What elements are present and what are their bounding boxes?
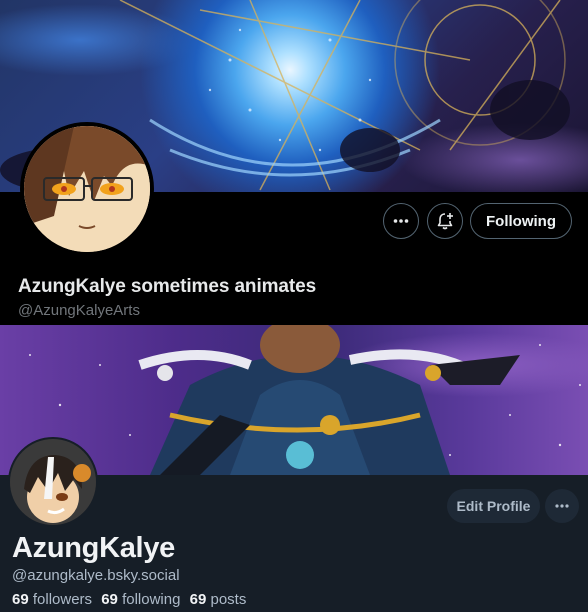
followers-label: followers bbox=[32, 591, 93, 608]
edit-profile-label: Edit Profile bbox=[456, 498, 531, 514]
followers-link[interactable]: 69 followers bbox=[12, 591, 92, 608]
edit-profile-button[interactable]: Edit Profile bbox=[447, 489, 540, 523]
x-display-name: AzungKalye sometimes animates bbox=[18, 276, 317, 297]
posts-count: 69 bbox=[189, 591, 207, 608]
posts-label: posts bbox=[210, 591, 247, 608]
bsky-profile-card: Edit Profile AzungKalye @azungkalye.bsky… bbox=[0, 325, 588, 612]
followers-count: 69 bbox=[12, 591, 29, 608]
more-horizontal-icon bbox=[555, 504, 569, 508]
bsky-display-name: AzungKalye bbox=[12, 532, 175, 564]
more-options-button[interactable] bbox=[545, 489, 579, 523]
bell-plus-icon bbox=[437, 213, 453, 230]
x-handle: @AzungKalyeArts bbox=[18, 302, 140, 319]
more-options-button[interactable] bbox=[383, 203, 419, 239]
following-count: 69 bbox=[101, 591, 118, 608]
bsky-handle: @azungkalye.bsky.social bbox=[12, 567, 180, 584]
profile-stats: 69 followers 69 following 69 posts bbox=[12, 591, 246, 608]
notifications-button[interactable] bbox=[427, 203, 463, 239]
bsky-profile-avatar[interactable] bbox=[8, 437, 98, 527]
following-label: following bbox=[122, 591, 181, 608]
avatar-illustration bbox=[24, 126, 150, 252]
banner-artwork bbox=[19, 325, 581, 475]
following-link[interactable]: 69 following bbox=[101, 591, 180, 608]
following-button[interactable]: Following bbox=[470, 203, 572, 239]
x-profile-avatar[interactable] bbox=[20, 122, 154, 256]
posts-stat: 69 posts bbox=[190, 591, 247, 608]
more-horizontal-icon bbox=[393, 219, 409, 223]
following-button-label: Following bbox=[486, 212, 556, 230]
x-profile-card: Following AzungKalye sometimes animates … bbox=[0, 0, 588, 325]
bsky-profile-banner[interactable] bbox=[0, 325, 588, 475]
avatar-illustration bbox=[10, 439, 96, 525]
